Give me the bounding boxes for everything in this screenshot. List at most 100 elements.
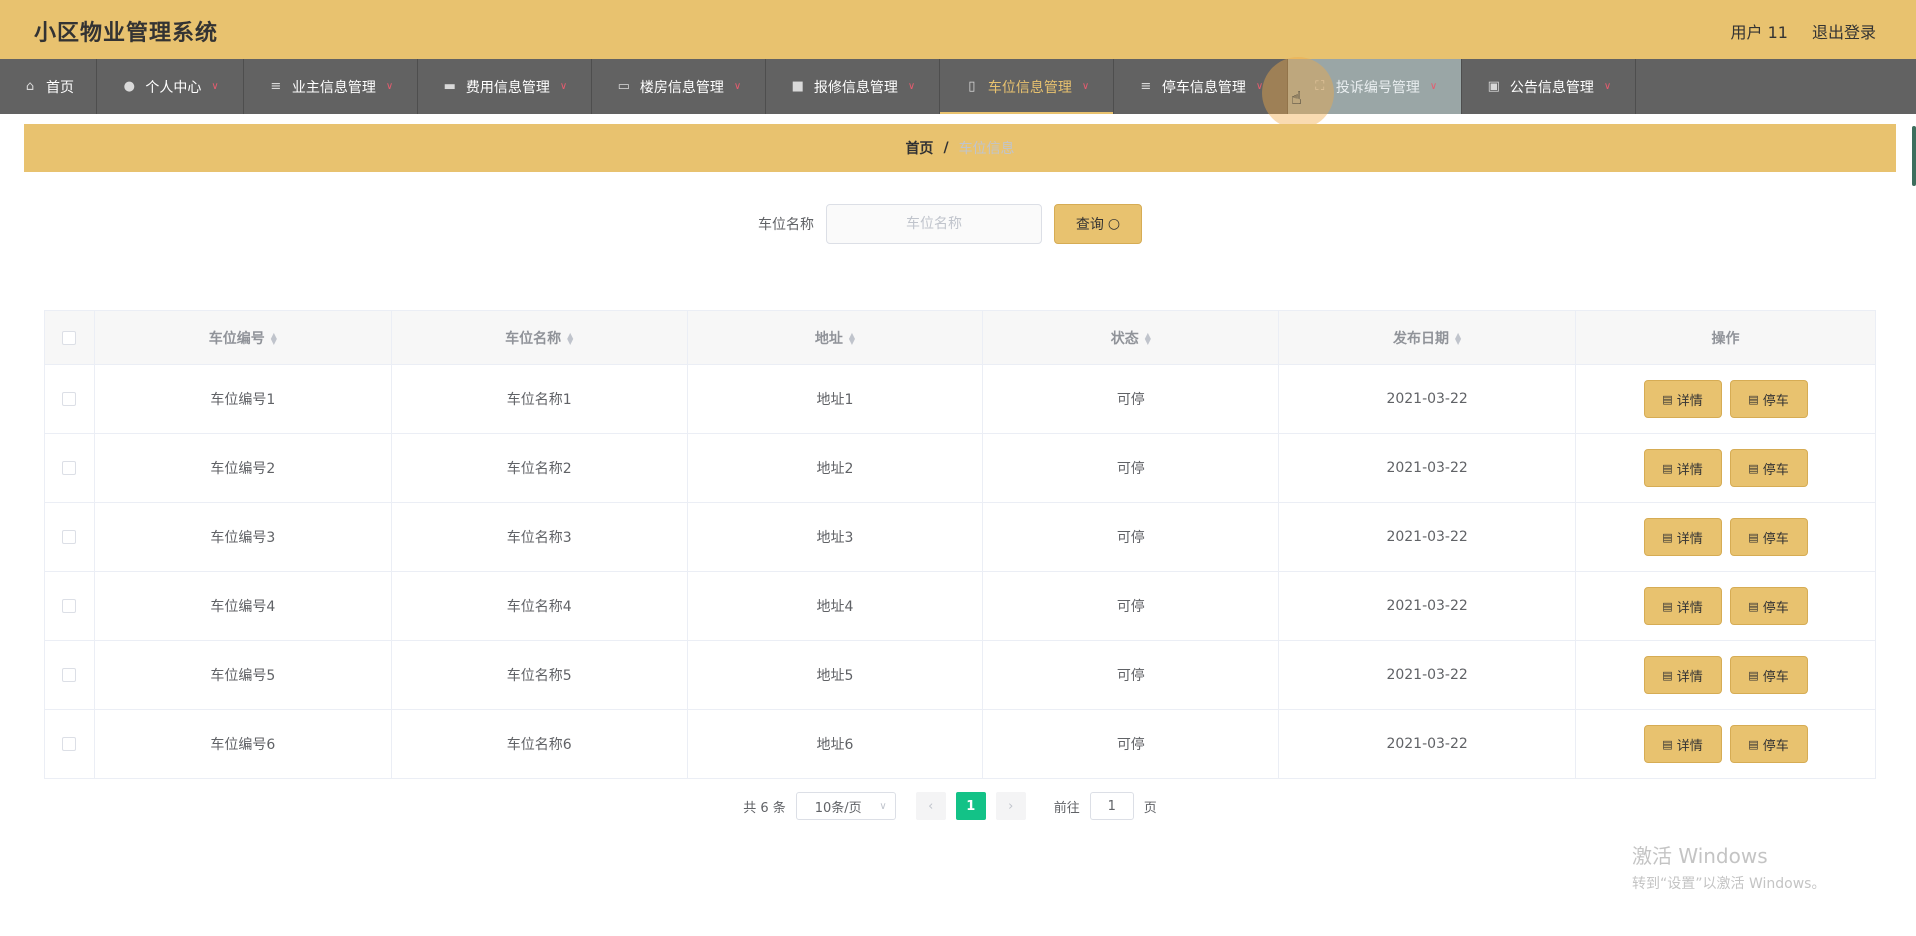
breadcrumb-current: 车位信息 [958,141,1015,157]
sort-icon[interactable]: ▲ ▼ [567,331,573,345]
col-header-status[interactable]: 状态 ▲ ▼ [982,310,1280,365]
app-title: 小区物业管理系统 [34,21,219,46]
nav-item-6[interactable]: ▯ 车位信息管理 ∨ [940,59,1114,114]
cell-status: 可停 [982,433,1280,503]
user-name[interactable]: 用户 11 [1731,19,1788,43]
cell-date: 2021-03-22 [1278,433,1577,503]
cell-id: 车位编号4 [94,571,392,641]
cell-actions: ▤ 详情 ▤ 停车 [1575,709,1876,779]
park-button[interactable]: ▤ 停车 [1729,656,1808,694]
parking-table: 车位编号 ▲ ▼ 车位名称 ▲ ▼ 地址 ▲ ▼ 状态 ▲ ▼ 发布日期 ▲ ▼ 操作 车位编号1 车… [44,310,1876,779]
row-select-cell[interactable] [44,640,95,710]
search-button[interactable]: 查询 ○ [1054,204,1142,244]
pagination: 共 6 条 10条/页 ∨ ‹ 1 › 前往 页 [24,792,1876,820]
cell-name: 车位名称3 [391,502,688,572]
col-header-date[interactable]: 发布日期 ▲ ▼ [1278,310,1577,365]
next-page-button[interactable]: › [995,792,1026,820]
goto-page-input[interactable] [1089,792,1134,820]
sort-icon[interactable]: ▲ ▼ [1145,331,1151,345]
park-button[interactable]: ▤ 停车 [1729,518,1808,556]
search-input[interactable] [826,204,1042,244]
detail-button[interactable]: ▤ 详情 [1643,725,1722,763]
nav-item-0[interactable]: ⌂ 首页 [0,59,97,114]
nav-item-label: 停车信息管理 [1161,79,1246,96]
chat-icon: ▭ [617,79,630,94]
cell-name: 车位名称4 [391,571,688,641]
chevron-down-icon: ∨ [879,800,887,812]
detail-button[interactable]: ▤ 详情 [1643,656,1722,694]
page-size-select[interactable]: 10条/页 ∨ [795,792,896,820]
windows-activation-watermark: 激活 Windows 转到“设置”以激活 Windows。 [1632,840,1825,893]
row-select-cell[interactable] [44,433,95,503]
cell-actions: ▤ 详情 ▤ 停车 [1575,640,1876,710]
col-header-name[interactable]: 车位名称 ▲ ▼ [391,310,688,365]
row-checkbox[interactable] [62,461,77,475]
fee-icon: ▬ [443,79,456,94]
park-button[interactable]: ▤ 停车 [1729,725,1808,763]
row-select-cell[interactable] [44,502,95,572]
row-select-cell[interactable] [44,709,95,779]
table-row: 车位编号1 车位名称1 地址1 可停 2021-03-22 ▤ 详情 ▤ 停车 [44,364,1876,434]
logout-link[interactable]: 退出登录 [1812,19,1876,43]
detail-button[interactable]: ▤ 详情 [1643,518,1722,556]
detail-button[interactable]: ▤ 详情 [1643,380,1722,418]
col-header-actions: 操作 [1575,310,1876,365]
document-icon: ▤ [1662,461,1673,475]
select-all-checkbox[interactable] [62,330,77,345]
sort-icon[interactable]: ▲ ▼ [1455,331,1461,345]
sort-icon[interactable]: ▲ ▼ [849,331,855,345]
row-checkbox[interactable] [62,530,77,544]
park-button[interactable]: ▤ 停车 [1729,380,1808,418]
row-checkbox[interactable] [62,392,77,406]
sort-icon[interactable]: ▲ ▼ [271,331,277,345]
home-icon: ⌂ [25,79,35,94]
cell-id: 车位编号5 [94,640,392,710]
cell-date: 2021-03-22 [1278,571,1577,641]
chevron-down-icon: ∨ [385,81,394,92]
hand-cursor-icon: ☝ [1291,88,1302,109]
row-checkbox[interactable] [62,737,77,751]
cell-status: 可停 [982,709,1280,779]
col-header-id[interactable]: 车位编号 ▲ ▼ [94,310,392,365]
menu-icon: ≡ [1140,79,1152,94]
park-button[interactable]: ▤ 停车 [1729,449,1808,487]
nav-item-label: 报修信息管理 [813,79,898,96]
document-icon: ▤ [1748,737,1759,751]
cell-actions: ▤ 详情 ▤ 停车 [1575,502,1876,572]
prev-page-button[interactable]: ‹ [915,792,946,820]
cell-date: 2021-03-22 [1278,640,1577,710]
content-panel: 车位名称 查询 ○ 车位编号▲▼ 车位名称▲▼ 地址▲▼ 状态▲▼ 发布日期▲▼… [24,184,1876,839]
scrollbar[interactable] [1912,126,1916,186]
list-icon: ≡ [270,79,282,94]
row-checkbox[interactable] [62,668,77,682]
row-select-cell[interactable] [44,364,95,434]
row-select-cell[interactable] [44,571,95,641]
cell-status: 可停 [982,502,1280,572]
table-row: 车位编号2 车位名称2 地址2 可停 2021-03-22 ▤ 详情 ▤ 停车 [44,433,1876,503]
park-button[interactable]: ▤ 停车 [1729,587,1808,625]
nav-item-2[interactable]: ≡ 业主信息管理 ∨ [244,59,418,114]
nav-item-label: 楼房信息管理 [639,79,724,96]
nav-item-label: 公告信息管理 [1509,79,1594,96]
table-row: 车位编号3 车位名称3 地址3 可停 2021-03-22 ▤ 详情 ▤ 停车 [44,502,1876,572]
breadcrumb-home[interactable]: 首页 [905,138,933,158]
document-icon: ▤ [1748,599,1759,613]
search-row: 车位名称 查询 ○ [24,204,1876,244]
detail-button[interactable]: ▤ 详情 [1643,449,1722,487]
page-number-1[interactable]: 1 [955,792,986,820]
chevron-down-icon: ∨ [211,81,219,92]
nav-item-9[interactable]: ▣ 公告信息管理 ∨ [1462,59,1636,114]
cell-name: 车位名称2 [391,433,688,503]
cell-address: 地址3 [687,502,984,572]
col-header-address[interactable]: 地址 ▲ ▼ [687,310,984,365]
nav-item-5[interactable]: ■ 报修信息管理 ∨ [766,59,940,114]
table-header-row: 车位编号 ▲ ▼ 车位名称 ▲ ▼ 地址 ▲ ▼ 状态 ▲ ▼ 发布日期 ▲ ▼ 操作 [44,310,1876,365]
nav-item-4[interactable]: ▭ 楼房信息管理 ∨ [592,59,766,114]
nav-item-1[interactable]: ● 个人中心 ∨ [97,59,244,114]
cell-status: 可停 [982,364,1280,434]
row-checkbox[interactable] [62,599,77,613]
detail-button[interactable]: ▤ 详情 [1643,587,1722,625]
select-all-cell[interactable] [44,310,95,365]
clipboard-icon: ▣ [1487,79,1500,94]
nav-item-3[interactable]: ▬ 费用信息管理 ∨ [418,59,592,114]
